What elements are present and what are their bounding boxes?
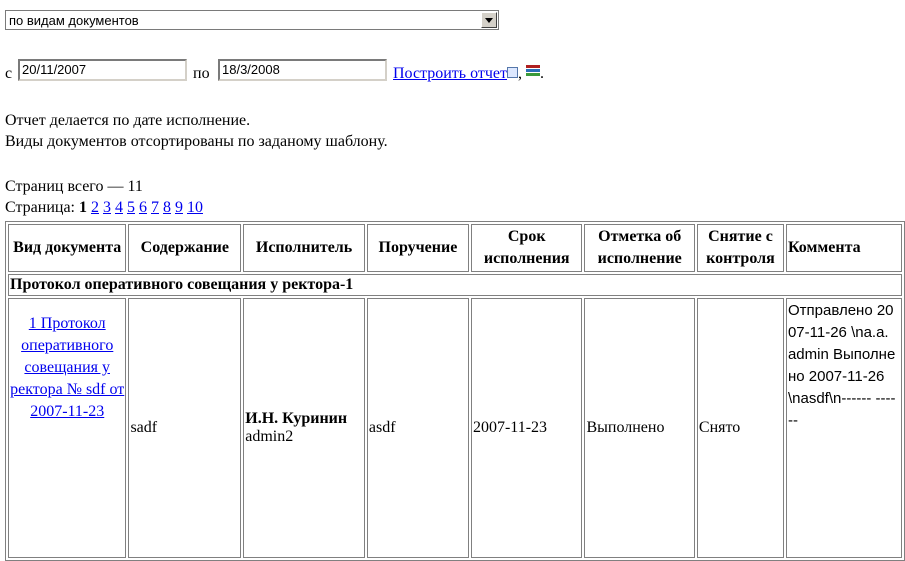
cell-content: sadf <box>128 298 242 558</box>
cell-mark: Выполнено <box>584 298 695 558</box>
table-row: 1 Протокол оперативного совещания у рект… <box>8 298 902 558</box>
group-title: Протокол оперативного совещания у ректор… <box>8 274 902 296</box>
col-header-content: Содержание <box>128 224 242 272</box>
report-type-value: по видам документов <box>9 13 139 28</box>
table-header-row: Вид документа Содержание Исполнитель Пор… <box>8 224 902 272</box>
build-report-link[interactable]: Построить отчет <box>393 65 507 82</box>
page-link[interactable]: 3 <box>103 199 111 216</box>
page-link[interactable]: 10 <box>187 199 203 216</box>
report-type-select[interactable]: по видам документов <box>5 10 499 30</box>
chevron-down-icon[interactable] <box>481 12 497 28</box>
page-link[interactable]: 4 <box>115 199 123 216</box>
page-link[interactable]: 5 <box>127 199 135 216</box>
col-header-control: Снятие с контроля <box>696 224 784 272</box>
col-header-order: Поручение <box>366 224 469 272</box>
report-table: Вид документа Содержание Исполнитель Пор… <box>5 221 905 561</box>
executor-login: admin2 <box>245 428 294 445</box>
col-header-comment: Коммента <box>785 224 902 272</box>
cell-comment: Отправлено 2007-11-26 \na.a. admin Выпол… <box>785 298 902 558</box>
cell-deadline: 2007-11-23 <box>470 298 583 558</box>
col-header-deadline: Срок исполнения <box>470 224 583 272</box>
page-link[interactable]: 2 <box>91 199 99 216</box>
current-page: 1 <box>78 199 87 216</box>
pages-total: Страниц всего — 11 <box>5 178 143 195</box>
from-label: с <box>5 65 13 82</box>
col-header-mark: Отметка об исполнение <box>584 224 695 272</box>
report-note-sorting: Виды документов отсортированы по заданом… <box>5 133 388 150</box>
cell-executor: И.Н. Куринин admin2 <box>243 298 365 558</box>
date-from-input[interactable]: 20/11/2007 <box>18 59 187 81</box>
word-doc-icon[interactable] <box>507 67 519 78</box>
date-to-input[interactable]: 18/3/2008 <box>218 59 387 81</box>
col-header-executor: Исполнитель <box>243 224 365 272</box>
cell-order: asdf <box>366 298 469 558</box>
archive-icon[interactable] <box>526 65 541 78</box>
executor-name: И.Н. Куринин <box>245 410 348 427</box>
cell-control: Снято <box>696 298 784 558</box>
report-note-date: Отчет делается по дате исполнение. <box>5 112 251 129</box>
col-header-doc-type: Вид документа <box>8 224 127 272</box>
page-link[interactable]: 7 <box>151 199 159 216</box>
page-link[interactable]: 6 <box>139 199 147 216</box>
to-label: по <box>193 65 210 82</box>
page-link[interactable]: 9 <box>175 199 183 216</box>
group-row: Протокол оперативного совещания у ректор… <box>8 274 902 296</box>
page-link[interactable]: 8 <box>163 199 171 216</box>
page-label: Страница: <box>5 199 75 216</box>
document-link[interactable]: 1 Протокол оперативного совещания у рект… <box>10 315 124 420</box>
pagination: Страница: 1 2 3 4 5 6 7 8 9 10 <box>5 197 207 218</box>
